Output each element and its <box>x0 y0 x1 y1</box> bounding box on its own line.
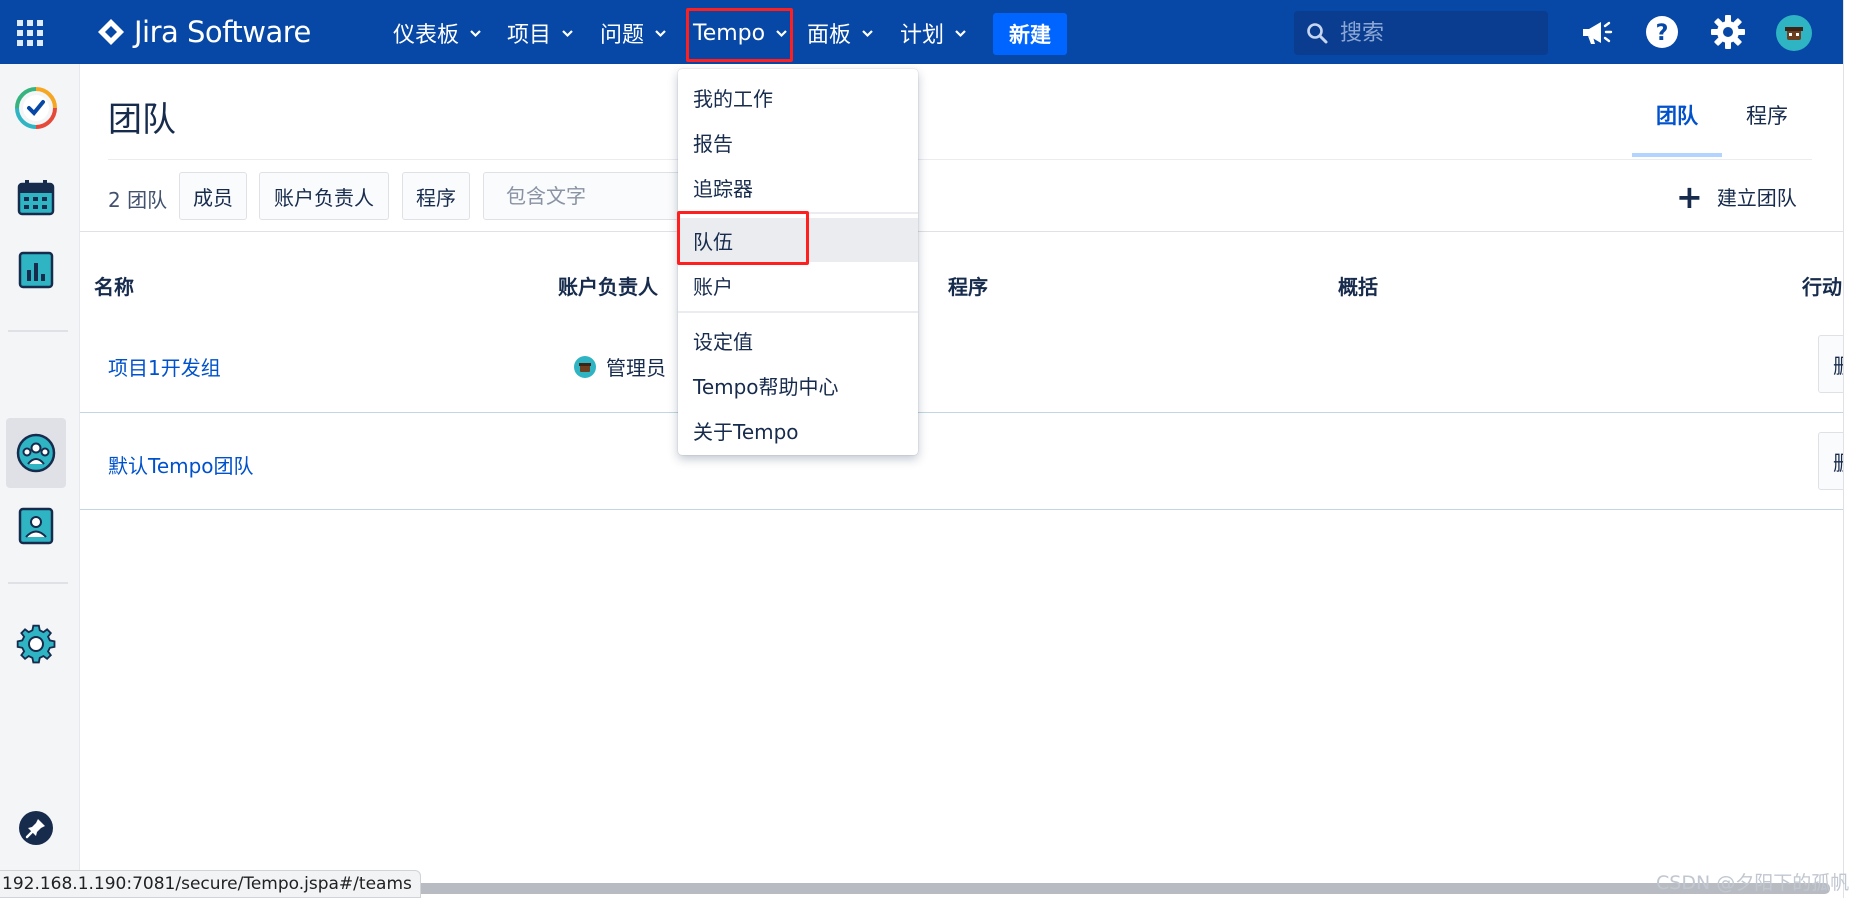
menu-item-reports[interactable]: 报告 <box>678 120 918 164</box>
calendar-icon[interactable] <box>14 176 58 220</box>
pin-icon[interactable] <box>18 810 54 846</box>
avatar-image <box>1785 27 1803 40</box>
create-button[interactable]: 新建 <box>993 13 1067 55</box>
apps-grid-icon[interactable] <box>17 20 43 46</box>
sidebar-divider <box>8 582 68 584</box>
jira-logo[interactable]: Jira Software <box>96 14 311 50</box>
settings-icon[interactable] <box>14 622 58 666</box>
account-lead-cell: 管理员 <box>574 352 666 381</box>
row-divider <box>80 412 1843 413</box>
account-lead-name: 管理员 <box>606 356 666 380</box>
search-box[interactable] <box>1294 11 1548 55</box>
right-edge-panel <box>1843 0 1864 898</box>
gear-icon[interactable] <box>1710 14 1746 50</box>
nav-label: 项目 <box>507 23 552 48</box>
menu-item-accounts[interactable]: 账户 <box>678 263 918 307</box>
megaphone-icon[interactable] <box>1578 14 1614 50</box>
team-count: 2 团队 <box>108 188 168 212</box>
menu-item-about[interactable]: 关于Tempo <box>678 408 918 452</box>
column-header-summary[interactable]: 概括 <box>1338 271 1378 300</box>
team-name-link[interactable]: 项目1开发组 <box>108 352 221 381</box>
svg-text:?: ? <box>1656 21 1669 46</box>
watermark: CSDN @夕阳下的孤帆 <box>1656 872 1850 894</box>
nav-label: 仪表板 <box>393 23 460 48</box>
contains-text-input[interactable] <box>483 172 683 220</box>
row-divider <box>80 509 1843 510</box>
reports-icon[interactable] <box>14 248 58 292</box>
nav-projects[interactable]: 项目 <box>507 14 574 52</box>
sidebar-divider <box>8 330 68 332</box>
tempo-nav-highlight <box>686 8 793 62</box>
chevron-down-icon <box>955 29 966 37</box>
create-team-button[interactable]: + 建立团队 <box>1676 177 1797 216</box>
chevron-down-icon <box>862 29 873 37</box>
team-name-link[interactable]: 默认Tempo团队 <box>108 450 254 479</box>
help-icon[interactable]: ? <box>1644 14 1680 50</box>
search-input[interactable] <box>1340 20 1530 46</box>
nav-label: 面板 <box>807 23 852 48</box>
teams-menu-highlight <box>677 211 809 265</box>
nav-boards[interactable]: 面板 <box>807 14 874 52</box>
avatar-image <box>579 362 591 372</box>
product-name: Jira Software <box>134 15 311 49</box>
nav-label: 计划 <box>900 23 945 48</box>
column-header-actions: 行动 <box>1802 275 1842 299</box>
teams-icon[interactable] <box>14 431 58 475</box>
nav-plans[interactable]: 计划 <box>900 14 967 52</box>
active-tab-indicator <box>1632 153 1722 157</box>
tempo-logo-icon[interactable] <box>14 86 58 130</box>
tab-teams[interactable]: 团队 <box>1656 100 1698 130</box>
search-icon <box>1307 23 1328 44</box>
avatar[interactable] <box>1776 15 1812 51</box>
menu-separator <box>678 311 918 313</box>
create-team-label: 建立团队 <box>1716 186 1797 210</box>
menu-item-settings[interactable]: 设定值 <box>678 318 918 362</box>
horizontal-scrollbar[interactable] <box>380 883 1830 894</box>
filter-program-button[interactable]: 程序 <box>402 172 470 220</box>
left-sidebar <box>0 64 80 884</box>
filter-divider <box>80 231 1843 232</box>
chevron-down-icon <box>562 29 573 37</box>
menu-item-my-work[interactable]: 我的工作 <box>678 75 918 119</box>
menu-item-help-center[interactable]: Tempo帮助中心 <box>678 363 918 407</box>
column-header-name[interactable]: 名称 <box>94 271 134 300</box>
menu-item-trackers[interactable]: 追踪器 <box>678 165 918 209</box>
status-bar-url: 192.168.1.190:7081/secure/Tempo.jspa#/te… <box>0 870 421 898</box>
top-navigation-bar: Jira Software 仪表板 项目 问题 Tempo 面板 计划 新建 搜… <box>0 0 1843 64</box>
chevron-down-icon <box>470 29 481 37</box>
nav-label: 问题 <box>600 23 645 48</box>
user-icon[interactable] <box>14 504 58 548</box>
column-header-account-lead[interactable]: 账户负责人 <box>558 271 658 300</box>
avatar <box>574 355 596 378</box>
jira-diamond-icon <box>98 19 124 45</box>
filter-account-lead-button[interactable]: 账户负责人 <box>259 172 389 220</box>
column-header-program[interactable]: 程序 <box>948 271 988 300</box>
plus-icon: + <box>1676 177 1703 216</box>
filter-members-button[interactable]: 成员 <box>179 172 247 220</box>
chevron-down-icon <box>655 29 666 37</box>
header-divider <box>108 159 1812 160</box>
nav-dashboards[interactable]: 仪表板 <box>393 14 482 52</box>
nav-issues[interactable]: 问题 <box>600 14 667 52</box>
page-title: 团队 <box>108 100 176 140</box>
tab-programs[interactable]: 程序 <box>1746 100 1788 130</box>
